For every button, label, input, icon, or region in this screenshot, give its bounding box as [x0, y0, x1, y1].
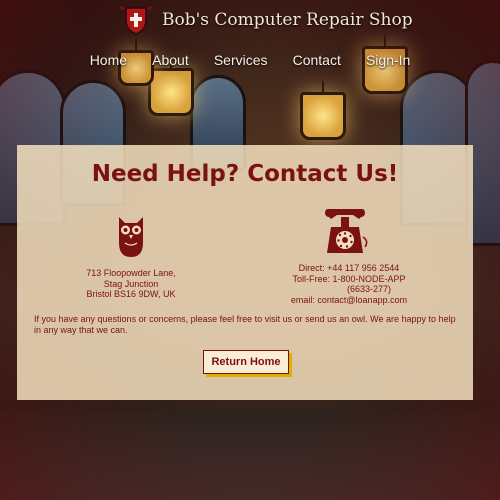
rotary-telephone-icon: [325, 209, 368, 253]
main-nav: Home About Services Contact Sign-In: [0, 50, 500, 69]
address-line: Stag Junction: [103, 278, 159, 289]
toll-free-phone: Toll-Free: 1-800-NODE-APP: [292, 273, 406, 284]
return-home-button[interactable]: Return Home: [203, 350, 289, 374]
page-title: Need Help? Contact Us!: [91, 161, 399, 187]
nav-about[interactable]: About: [152, 52, 189, 68]
nav-services[interactable]: Services: [214, 52, 268, 68]
nav-contact[interactable]: Contact: [293, 52, 341, 68]
address-line: Bristol BS16 9DW, UK: [86, 289, 176, 299]
contact-panel: Need Help? Contact Us! 713 Floopowder La…: [17, 145, 473, 400]
address-line: 713 Floopowder Lane,: [86, 268, 176, 278]
email-address[interactable]: email: contact@loanapp.com: [279, 295, 419, 306]
owl-icon: [119, 217, 143, 257]
site-header: Bob's Computer Repair Shop Home About Se…: [0, 0, 500, 80]
site-title: Bob's Computer Repair Shop: [162, 10, 413, 30]
brand[interactable]: Bob's Computer Repair Shop: [118, 4, 413, 36]
shield-cross-crest-icon: [119, 6, 153, 35]
contact-message: If you have any questions or concerns, p…: [34, 314, 456, 335]
phone-email-block: Direct: +44 117 956 2544 Toll-Free: 1-80…: [279, 263, 419, 305]
nav-sign-in[interactable]: Sign-In: [366, 52, 410, 68]
direct-phone: Direct: +44 117 956 2544: [298, 263, 400, 273]
toll-free-digits: (6633-277): [346, 284, 392, 294]
nav-home[interactable]: Home: [90, 52, 127, 68]
address-block: 713 Floopowder Lane, Stag Junction Brist…: [65, 268, 197, 300]
